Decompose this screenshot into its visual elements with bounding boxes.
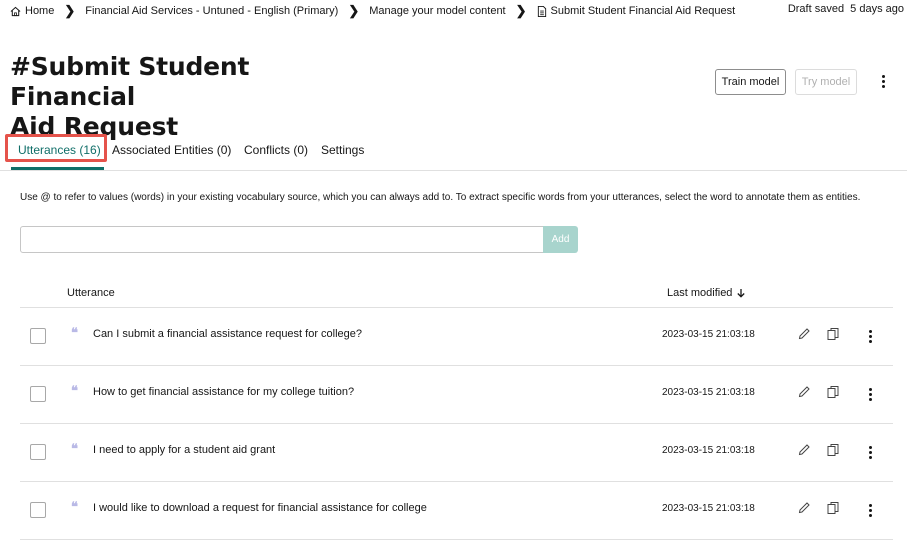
train-model-button[interactable]: Train model [715,69,786,95]
draft-status: Draft saved 5 days ago [787,3,904,15]
highlight-annotation [5,134,107,162]
edit-icon[interactable] [797,385,811,399]
breadcrumb-manage-label: Manage your model content [369,5,506,17]
row-overflow-menu-icon[interactable] [864,328,876,344]
page-title: #Submit Student Financial Aid Request [10,52,370,142]
active-tab-indicator [11,167,104,170]
utterance-hint: Use @ to refer to values (words) in your… [20,192,861,203]
breadcrumb-home-label: Home [25,5,55,17]
add-utterance-button[interactable]: Add [543,226,578,253]
edit-icon[interactable] [797,327,811,341]
table-row: ❝ I would like to download a request for… [20,481,893,540]
row-checkbox[interactable] [30,328,46,344]
last-modified-date: 2023-03-15 21:03:18 [662,503,755,514]
quote-icon: ❝ [71,384,78,399]
utterance-text[interactable]: I would like to download a request for f… [93,502,427,514]
home-icon [10,6,21,16]
breadcrumb-current-label: Submit Student Financial Aid Request [550,5,736,17]
page-title-line-1: #Submit Student Financial [10,52,250,111]
copy-icon[interactable] [826,501,840,515]
utterance-text[interactable]: Can I submit a financial assistance requ… [93,328,362,340]
try-model-button[interactable]: Try model [795,69,857,95]
breadcrumb-workspace-label: Financial Aid Services - Untuned - Engli… [85,5,339,17]
quote-icon: ❝ [71,500,78,515]
column-header-last-modified-label: Last modified [667,287,733,299]
breadcrumb: Home ❯ Financial Aid Services - Untuned … [10,3,735,19]
quote-icon: ❝ [71,442,78,457]
utterance-text[interactable]: How to get financial assistance for my c… [93,386,354,398]
utterance-text[interactable]: I need to apply for a student aid grant [93,444,275,456]
quote-icon: ❝ [71,326,78,341]
chevron-right-icon: ❯ [64,3,76,18]
arrow-down-icon [737,289,746,298]
breadcrumb-manage-content[interactable]: Manage your model content [369,5,505,17]
row-checkbox[interactable] [30,444,46,460]
table-row: ❝ How to get financial assistance for my… [20,365,893,424]
last-modified-date: 2023-03-15 21:03:18 [662,387,755,398]
tab-associated-entities[interactable]: Associated Entities (0) [112,131,231,168]
overflow-menu-icon[interactable] [877,73,889,89]
breadcrumb-workspace[interactable]: Financial Aid Services - Untuned - Engli… [85,5,338,17]
chevron-right-icon: ❯ [348,3,360,18]
breadcrumb-home[interactable]: Home [10,5,54,17]
row-checkbox[interactable] [30,386,46,402]
tab-settings[interactable]: Settings [321,131,364,168]
edit-icon[interactable] [797,443,811,457]
table-row: ❝ Can I submit a financial assistance re… [20,307,893,366]
row-overflow-menu-icon[interactable] [864,502,876,518]
copy-icon[interactable] [826,327,840,341]
row-checkbox[interactable] [30,502,46,518]
chevron-right-icon: ❯ [515,3,527,18]
row-overflow-menu-icon[interactable] [864,386,876,402]
tab-conflicts[interactable]: Conflicts (0) [244,131,308,168]
column-header-utterance[interactable]: Utterance [67,287,115,299]
document-icon [537,5,546,17]
copy-icon[interactable] [826,385,840,399]
last-modified-date: 2023-03-15 21:03:18 [662,329,755,340]
edit-icon[interactable] [797,501,811,515]
tab-bar: Utterances (16) Associated Entities (0) … [0,131,907,171]
breadcrumb-current: Submit Student Financial Aid Request [537,5,736,17]
utterance-input[interactable] [20,226,545,253]
copy-icon[interactable] [826,443,840,457]
column-header-last-modified[interactable]: Last modified [667,287,746,299]
last-modified-date: 2023-03-15 21:03:18 [662,445,755,456]
row-overflow-menu-icon[interactable] [864,444,876,460]
table-row: ❝ I need to apply for a student aid gran… [20,423,893,482]
